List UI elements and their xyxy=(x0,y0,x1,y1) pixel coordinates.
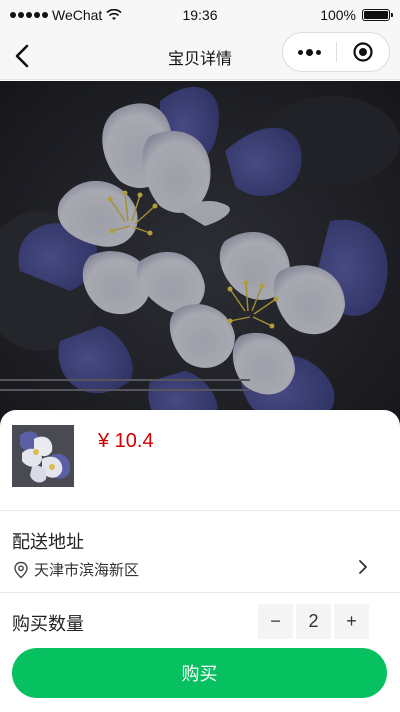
divider xyxy=(0,510,400,511)
delivery-address-row[interactable]: 天津市滨海新区 xyxy=(12,559,139,580)
quantity-title: 购买数量 xyxy=(12,614,84,634)
delivery-address-title: 配送地址 xyxy=(12,532,84,552)
purchase-sheet: ¥ 10.4 配送地址 天津市滨海新区 购买数量 − 2 + 购买 xyxy=(0,410,400,712)
increment-button[interactable]: + xyxy=(334,604,369,639)
close-mini-program-button[interactable] xyxy=(337,33,389,71)
battery-percent: 100% xyxy=(320,7,356,23)
status-bar: WeChat 19:36 100% xyxy=(0,0,400,32)
divider xyxy=(0,592,400,593)
quantity-stepper: − 2 + xyxy=(258,604,369,639)
battery-icon xyxy=(362,9,393,21)
chevron-right-icon[interactable] xyxy=(354,558,372,576)
navigation-bar: 宝贝详情 xyxy=(0,32,400,80)
mini-program-capsule xyxy=(282,32,390,72)
delivery-address-text: 天津市滨海新区 xyxy=(34,561,140,579)
more-button[interactable] xyxy=(283,33,336,71)
product-price: ¥ 10.4 xyxy=(98,430,154,452)
battery-area: 100% xyxy=(320,7,393,23)
location-pin-icon xyxy=(14,561,28,578)
flower-thumbnail-image xyxy=(12,425,74,487)
quantity-value[interactable]: 2 xyxy=(296,604,331,639)
buy-button[interactable]: 购买 xyxy=(12,648,387,698)
decrement-button[interactable]: − xyxy=(258,604,293,639)
target-close-icon xyxy=(353,42,373,62)
product-thumbnail xyxy=(12,425,74,487)
product-image[interactable] xyxy=(0,81,400,441)
